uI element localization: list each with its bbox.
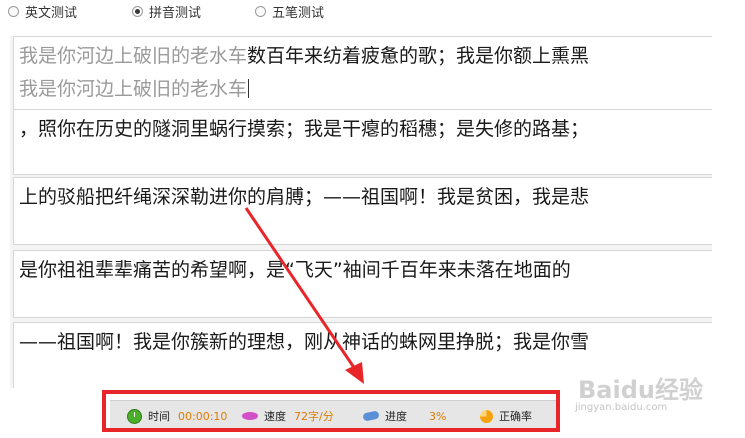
typed-text: 我是你河边上破旧的老水车 [19, 78, 248, 100]
watermark-url: jingyan.baidu.com [575, 402, 668, 413]
accuracy-stat: 正确率 [480, 408, 532, 424]
typing-input-1[interactable]: 我是你河边上破旧的老水车 [19, 78, 250, 101]
progress-icon [362, 410, 380, 422]
time-value: 00:00:10 [178, 409, 228, 423]
reference-remaining-part: 数百年来纺着疲惫的歌；我是你额上熏黑 [247, 45, 590, 67]
mode-english[interactable]: 英文测试 [8, 2, 77, 21]
typing-line-1[interactable]: 我是你河边上破旧的老水车数百年来纺着疲惫的歌；我是你额上熏黑 我是你河边上破旧的… [13, 36, 712, 112]
mode-wubi[interactable]: 五笔测试 [255, 2, 324, 21]
pie-chart-icon [480, 409, 493, 423]
clock-icon [127, 408, 142, 424]
reference-text-4: 是你祖祖辈辈痛苦的希望啊，是“飞天”袖间千百年来未落在地面的 [19, 259, 571, 281]
status-bar: 时间 00:00:10 速度 72字/分 进度 3% 正确率 [110, 400, 560, 431]
mode-pinyin[interactable]: 拼音测试 [132, 2, 201, 21]
speed-label: 速度 [264, 410, 286, 423]
typing-line-4[interactable]: 是你祖祖辈辈痛苦的希望啊，是“飞天”袖间千百年来未落在地面的 [13, 250, 712, 318]
speed-stat: 速度 72字/分 [242, 408, 334, 424]
time-stat: 时间 00:00:10 [127, 408, 227, 424]
progress-value: 3% [429, 409, 447, 423]
typing-panel: 我是你河边上破旧的老水车数百年来纺着疲惫的歌；我是你额上熏黑 我是你河边上破旧的… [10, 36, 712, 388]
test-mode-bar: 英文测试 拼音测试 五笔测试 [0, 0, 712, 26]
typing-line-2[interactable]: ，照你在历史的隧洞里蜗行摸索；我是干瘪的稻穗；是失修的路基； [13, 109, 712, 175]
mode-english-label: 英文测试 [25, 6, 78, 21]
mode-pinyin-label: 拼音测试 [149, 6, 202, 21]
reference-typed-part: 我是你河边上破旧的老水车 [19, 45, 248, 67]
accuracy-label: 正确率 [499, 410, 532, 423]
radio-wubi[interactable] [255, 6, 266, 17]
reference-text-1: 我是你河边上破旧的老水车数百年来纺着疲惫的歌；我是你额上熏黑 [19, 45, 589, 68]
radio-pinyin[interactable] [132, 6, 143, 17]
reference-text-5: ——祖国啊！我是你簇新的理想，刚从神话的蛛网里挣脱；我是你雪 [19, 331, 590, 353]
reference-text-2: ，照你在历史的隧洞里蜗行摸索；我是干瘪的稻穗；是失修的路基； [19, 118, 590, 140]
reference-text-3: 上的驳船把纤绳深深勒进你的肩膊；——祖国啊！我是贫困，我是悲 [19, 186, 590, 208]
radio-english[interactable] [8, 6, 19, 17]
progress-stat: 进度 3% [362, 408, 447, 424]
progress-label: 进度 [385, 410, 407, 423]
time-label: 时间 [148, 410, 170, 423]
typing-line-3[interactable]: 上的驳船把纤绳深深勒进你的肩膊；——祖国啊！我是贫困，我是悲 [13, 177, 712, 245]
mode-wubi-label: 五笔测试 [272, 6, 325, 21]
speed-value: 72字/分 [294, 410, 334, 423]
speed-icon [242, 412, 258, 420]
watermark-logo: Baidu经验 [578, 376, 703, 404]
text-caret [248, 79, 250, 98]
